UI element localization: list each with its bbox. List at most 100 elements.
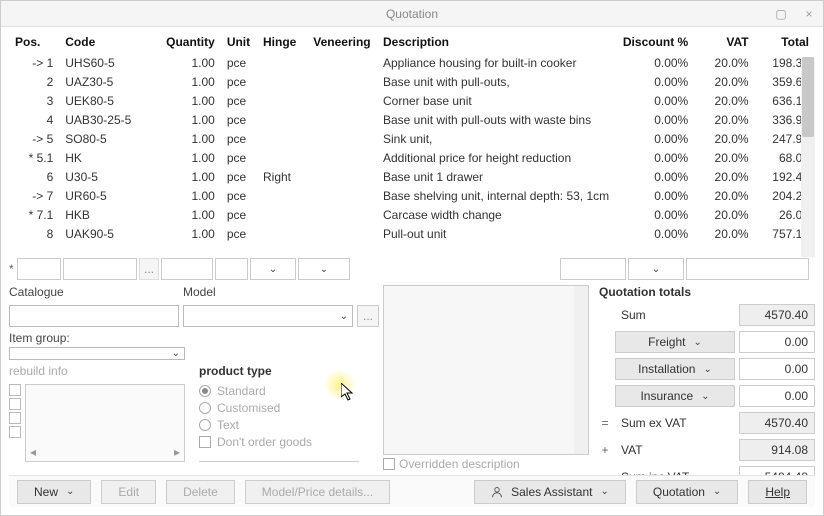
col-discount[interactable]: Discount %: [616, 31, 694, 53]
edit-button[interactable]: Edit: [101, 480, 156, 504]
desc-scrollbar[interactable]: [574, 286, 588, 454]
model-label: Model: [183, 285, 379, 299]
new-button[interactable]: New ⌄: [17, 480, 91, 504]
cell-description: Sink unit,: [377, 129, 616, 148]
installation-button[interactable]: Installation ⌄: [615, 358, 735, 380]
cell-pos: 2: [9, 72, 59, 91]
quotation-totals-panel: Quotation totals Sum 4570.40 Freight ⌄ 0…: [599, 285, 815, 471]
model-select[interactable]: ⌄: [183, 305, 353, 327]
dont-order-label: Don't order goods: [217, 435, 312, 449]
maximize-button[interactable]: ▢: [771, 4, 791, 24]
grid-scrollbar-vertical[interactable]: [801, 57, 815, 257]
col-unit[interactable]: Unit: [221, 31, 257, 53]
filter-discount[interactable]: [560, 258, 626, 280]
cell-hinge: [257, 224, 307, 243]
rebuild-check-4[interactable]: [9, 426, 21, 438]
col-code[interactable]: Code: [59, 31, 160, 53]
freight-value[interactable]: 0.00: [739, 331, 815, 353]
rebuild-check-1[interactable]: [9, 384, 21, 396]
scroll-left-icon[interactable]: ◂: [30, 445, 36, 459]
table-row[interactable]: -> 7UR60-51.00pceBase shelving unit, int…: [9, 186, 815, 205]
cell-code: HKB: [59, 205, 160, 224]
sum-ex-vat-label: Sum ex VAT: [615, 416, 735, 430]
col-hinge[interactable]: Hinge: [257, 31, 307, 53]
product-type-customised[interactable]: Customised: [199, 401, 359, 415]
cell-qty: 1.00: [160, 129, 221, 148]
cell-code: HK: [59, 148, 160, 167]
cell-vat: 20.0%: [694, 186, 754, 205]
item-group-select[interactable]: ⌄: [9, 347, 185, 360]
insurance-value[interactable]: 0.00: [739, 385, 815, 407]
rebuild-check-3[interactable]: [9, 412, 21, 424]
table-row[interactable]: 3UEK80-51.00pceCorner base unit0.00%20.0…: [9, 91, 815, 110]
cell-qty: 1.00: [160, 53, 221, 72]
table-row[interactable]: 4UAB30-25-51.00pceBase unit with pull-ou…: [9, 110, 815, 129]
cell-code: SO80-5: [59, 129, 160, 148]
freight-label: Freight: [648, 335, 685, 349]
col-quantity[interactable]: Quantity: [160, 31, 221, 53]
installation-value[interactable]: 0.00: [739, 358, 815, 380]
filter-hinge[interactable]: ⌄: [250, 258, 296, 280]
filter-veneering[interactable]: ⌄: [298, 258, 350, 280]
cell-veneering: [307, 110, 377, 129]
person-icon: [491, 486, 503, 498]
product-type-standard[interactable]: Standard: [199, 384, 359, 398]
col-description[interactable]: Description: [377, 31, 616, 53]
table-row[interactable]: * 5.1HK1.00pceAdditional price for heigh…: [9, 148, 815, 167]
cell-veneering: [307, 148, 377, 167]
scroll-right-icon[interactable]: ▸: [174, 445, 180, 459]
table-row[interactable]: 8UAK90-51.00pcePull-out unit0.00%20.0%75…: [9, 224, 815, 243]
cell-pos: 6: [9, 167, 59, 186]
rebuild-info-box[interactable]: ◂ ▸: [25, 384, 185, 462]
model-price-details-button[interactable]: Model/Price details...: [245, 480, 390, 504]
cell-vat: 20.0%: [694, 110, 754, 129]
cell-pos: -> 5: [9, 129, 59, 148]
cell-vat: 20.0%: [694, 167, 754, 186]
table-row[interactable]: -> 1UHS60-51.00pceAppliance housing for …: [9, 53, 815, 72]
cell-description: Base unit with pull-outs,: [377, 72, 616, 91]
cell-pos: * 7.1: [9, 205, 59, 224]
filter-qty[interactable]: [161, 258, 213, 280]
freight-button[interactable]: Freight ⌄: [615, 331, 735, 353]
model-picker-button[interactable]: ...: [357, 305, 379, 327]
filter-total[interactable]: [686, 258, 809, 280]
filter-vat[interactable]: ⌄: [628, 258, 684, 280]
table-row[interactable]: * 7.1HKB1.00pceCarcase width change0.00%…: [9, 205, 815, 224]
help-button[interactable]: Help: [748, 480, 807, 504]
cell-discount: 0.00%: [616, 129, 694, 148]
sales-assistant-button[interactable]: Sales Assistant ⌄: [474, 480, 626, 504]
cell-veneering: [307, 72, 377, 91]
filter-code[interactable]: [63, 258, 137, 280]
quotation-button[interactable]: Quotation ⌄: [636, 480, 738, 504]
description-textarea[interactable]: [383, 285, 589, 455]
close-button[interactable]: ×: [799, 4, 819, 24]
scrollbar-thumb[interactable]: [802, 57, 814, 137]
cell-qty: 1.00: [160, 148, 221, 167]
col-total[interactable]: Total: [755, 31, 815, 53]
delete-button[interactable]: Delete: [166, 480, 235, 504]
table-row[interactable]: 6U30-51.00pceRightBase unit 1 drawer0.00…: [9, 167, 815, 186]
product-type-text[interactable]: Text: [199, 418, 359, 432]
insurance-button[interactable]: Insurance ⌄: [615, 385, 735, 407]
filter-pos[interactable]: [17, 258, 61, 280]
col-veneering[interactable]: Veneering: [307, 31, 377, 53]
titlebar: Quotation ▢ ×: [1, 1, 823, 27]
table-row[interactable]: -> 5SO80-51.00pceSink unit,0.00%20.0%247…: [9, 129, 815, 148]
cell-qty: 1.00: [160, 91, 221, 110]
catalogue-select[interactable]: [9, 305, 179, 327]
cell-unit: pce: [221, 224, 257, 243]
overridden-description-check[interactable]: Overridden description: [383, 457, 589, 471]
col-pos[interactable]: Pos.: [9, 31, 59, 53]
filter-code-picker[interactable]: ...: [139, 258, 159, 280]
chevron-down-icon: ⌄: [693, 337, 701, 348]
table-row[interactable]: 2UAZ30-51.00pceBase unit with pull-outs,…: [9, 72, 815, 91]
cell-description: Additional price for height reduction: [377, 148, 616, 167]
cell-vat: 20.0%: [694, 129, 754, 148]
dont-order-goods[interactable]: Don't order goods: [199, 435, 359, 449]
filter-unit[interactable]: [215, 258, 248, 280]
rebuild-check-2[interactable]: [9, 398, 21, 410]
rebuild-info-label: rebuild info: [9, 364, 185, 378]
cell-pos: 3: [9, 91, 59, 110]
items-grid[interactable]: Pos. Code Quantity Unit Hinge Veneering …: [9, 31, 815, 257]
col-vat[interactable]: VAT: [694, 31, 754, 53]
